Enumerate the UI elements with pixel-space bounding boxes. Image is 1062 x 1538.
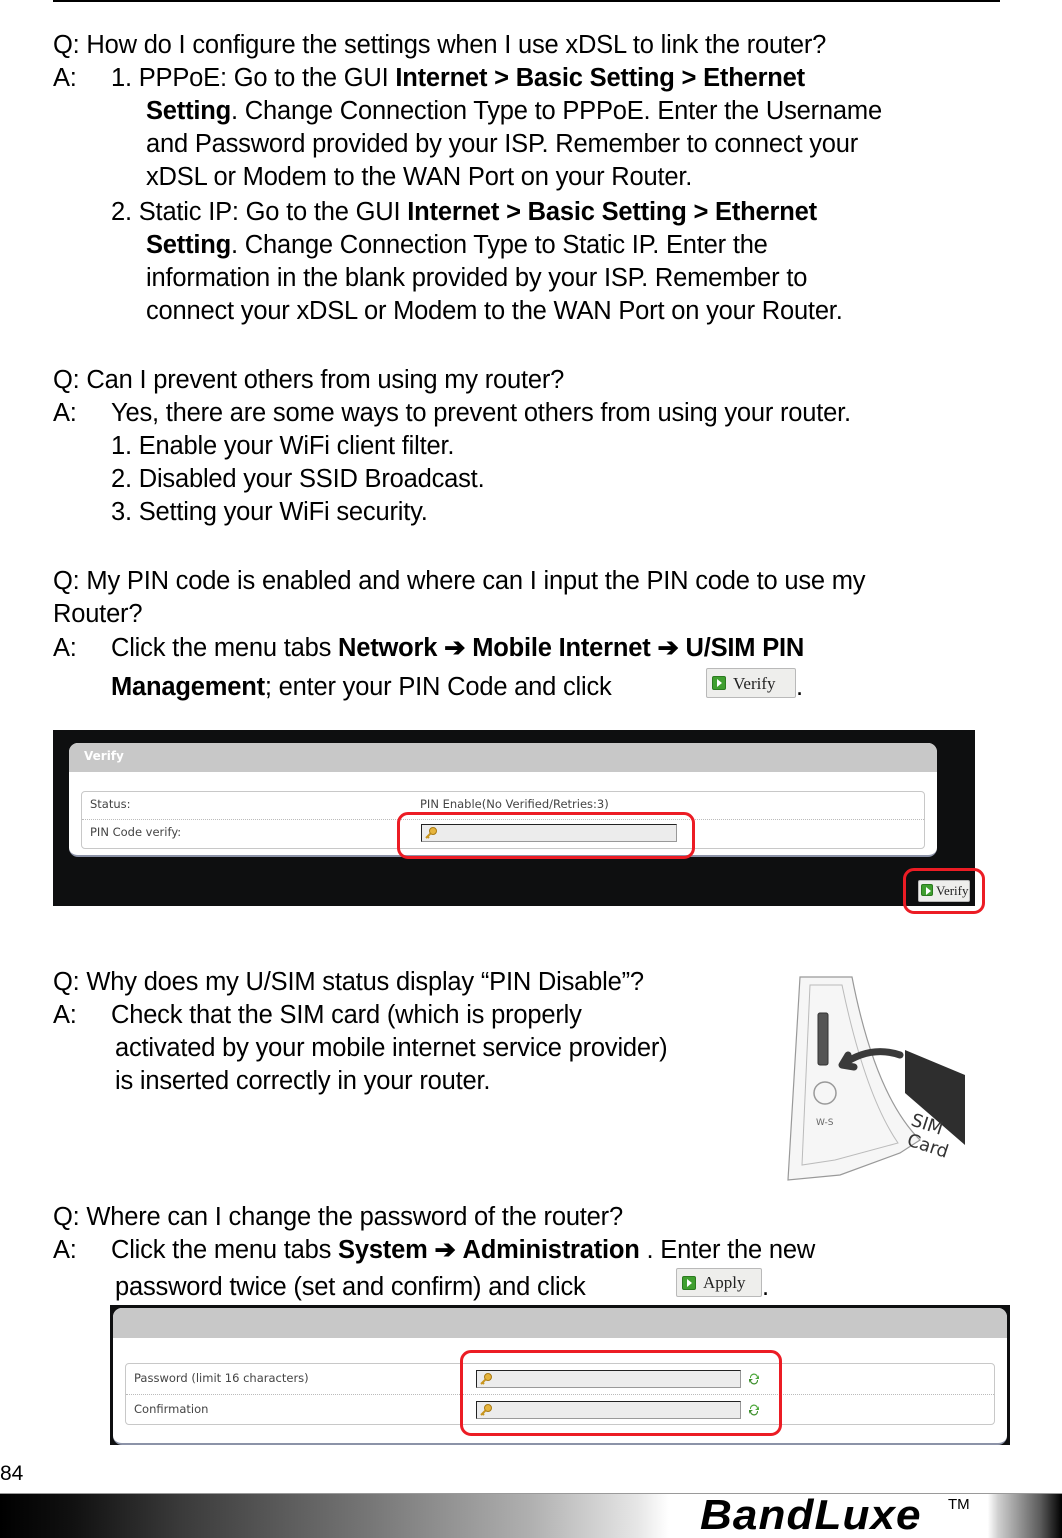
faq-question: Q: Can I prevent others from using my ro…	[53, 366, 565, 394]
answer-text: ; enter your PIN Code and click	[264, 673, 612, 701]
faq-answer-line: information in the blank provided by you…	[146, 264, 808, 292]
highlight-ring	[460, 1350, 782, 1436]
faq-answer-line: Check that the SIM card (which is proper…	[111, 1001, 582, 1029]
brand-logo: BandLuxe	[700, 1491, 922, 1538]
arrow-right-icon: ➔	[444, 634, 466, 662]
faq-answer-line: Click the menu tabs System ➔ Administrat…	[111, 1234, 815, 1267]
answer-text: Click the menu tabs	[111, 1236, 339, 1264]
arrow-right-icon: ➔	[657, 634, 679, 662]
answer-label: A:	[53, 399, 77, 427]
faq-answer-line: xDSL or Modem to the WAN Port on your Ro…	[146, 163, 693, 191]
answer-label: A:	[53, 634, 77, 662]
answer-label: A:	[53, 1001, 77, 1029]
faq-question: Q: Where can I change the password of th…	[53, 1203, 623, 1231]
trademark-mark: TM	[948, 1496, 970, 1513]
menu-path: Mobile Internet	[472, 634, 651, 662]
menu-path: Administration	[462, 1236, 640, 1264]
faq-answer-line: and Password provided by your ISP. Remem…	[146, 130, 859, 158]
top-rule	[53, 0, 1000, 2]
button-label: Verify	[733, 674, 776, 693]
answer-text: . Change Connection Type to PPPoE. Enter…	[231, 97, 882, 125]
answer-text: 1. PPPoE: Go to the GUI	[111, 64, 396, 92]
menu-path: Internet > Basic Setting > Ethernet	[395, 64, 805, 92]
button-label: Apply	[703, 1273, 746, 1292]
menu-path: U/SIM PIN	[685, 634, 805, 662]
faq-answer-line: 2. Static IP: Go to the GUI Internet > B…	[111, 196, 817, 229]
apply-button-image: Apply	[676, 1268, 762, 1297]
faq-question: Router?	[53, 600, 143, 628]
period: .	[796, 673, 803, 701]
faq-answer-line: Click the menu tabs Network ➔ Mobile Int…	[111, 632, 804, 665]
faq-answer-line: 1. PPPoE: Go to the GUI Internet > Basic…	[111, 62, 805, 95]
menu-path: System	[338, 1236, 428, 1264]
menu-path: Setting	[146, 231, 232, 259]
menu-path: Management	[111, 673, 265, 701]
pin-label: PIN Code verify:	[90, 825, 182, 839]
status-value: PIN Enable(No Verified/Retries:3)	[420, 797, 609, 811]
sim-card-insertion-illustration: W-S SIM Card	[787, 976, 965, 1181]
highlight-ring	[397, 812, 695, 859]
play-icon	[712, 676, 726, 690]
password-label: Password (limit 16 characters)	[134, 1371, 309, 1385]
faq-question: Q: How do I configure the settings when …	[53, 31, 827, 59]
faq-answer-line: Setting. Change Connection Type to PPPoE…	[146, 95, 882, 128]
faq-question: Q: Why does my U/SIM status display “PIN…	[53, 968, 644, 996]
arrow-right-icon: ➔	[434, 1236, 456, 1264]
faq-answer-line: password twice (set and confirm) and cli…	[115, 1273, 586, 1301]
answer-label: A:	[53, 1236, 77, 1264]
period: .	[762, 1273, 769, 1301]
menu-path: Internet > Basic Setting > Ethernet	[407, 198, 817, 226]
menu-path: Setting	[146, 97, 232, 125]
verify-screenshot: Verify Status: PIN Enable(No Verified/Re…	[53, 730, 975, 906]
faq-answer-line: Setting. Change Connection Type to Stati…	[146, 229, 768, 262]
faq-answer-line: Management; enter your PIN Code and clic…	[111, 671, 612, 704]
faq-answer-line: connect your xDSL or Modem to the WAN Po…	[146, 297, 843, 325]
answer-label: A:	[53, 64, 77, 92]
highlight-ring	[903, 868, 985, 914]
faq-answer-line: Yes, there are some ways to prevent othe…	[111, 399, 851, 427]
card-label: Card	[904, 1130, 951, 1163]
confirmation-label: Confirmation	[134, 1402, 209, 1416]
faq-answer-line: is inserted correctly in your router.	[115, 1067, 491, 1095]
faq-answer-line: activated by your mobile internet servic…	[115, 1034, 668, 1062]
answer-text: Click the menu tabs	[111, 634, 339, 662]
svg-text:W-S: W-S	[816, 1118, 834, 1128]
verify-button-image: Verify	[706, 668, 796, 698]
answer-text: . Enter the new	[639, 1236, 816, 1264]
answer-text: . Change Connection Type to Static IP. E…	[231, 231, 768, 259]
play-icon	[682, 1276, 696, 1290]
menu-path: Network	[338, 634, 438, 662]
faq-step: 1. Enable your WiFi client filter.	[111, 432, 455, 460]
status-label: Status:	[90, 797, 131, 811]
panel-title	[113, 1308, 1007, 1338]
faq-step: 3. Setting your WiFi security.	[111, 498, 428, 526]
panel-title: Verify	[69, 743, 937, 772]
faq-question: Q: My PIN code is enabled and where can …	[53, 567, 866, 595]
faq-step: 2. Disabled your SSID Broadcast.	[111, 465, 485, 493]
page-number: 84	[0, 1462, 24, 1485]
answer-text: 2. Static IP: Go to the GUI	[111, 198, 408, 226]
password-screenshot: Password (limit 16 characters) Confirmat…	[110, 1305, 1010, 1445]
